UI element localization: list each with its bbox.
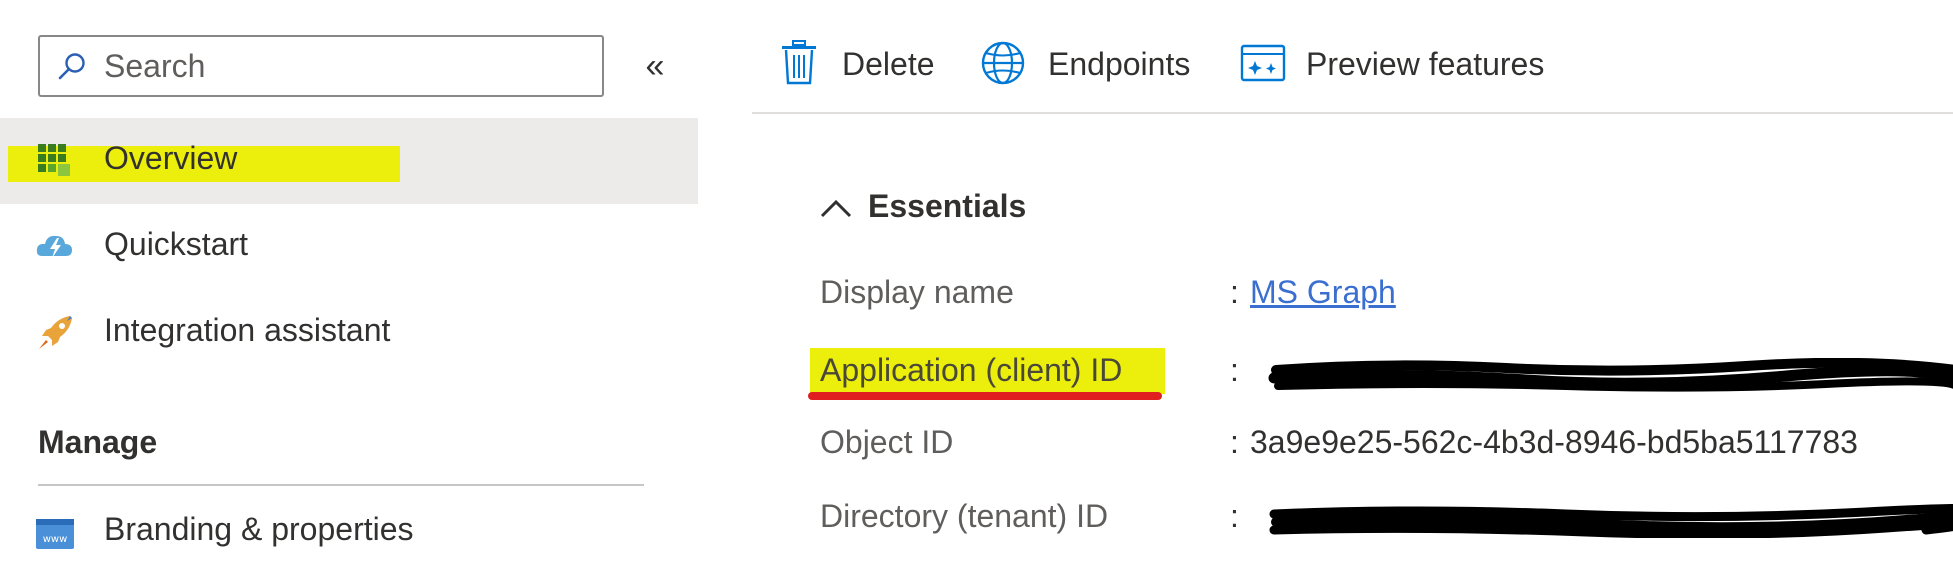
essentials-heading: Essentials [868,188,1027,224]
essentials-toggle[interactable]: Essentials [818,184,1078,232]
prop-row-display-name: Display name : MS Graph [820,274,1950,326]
command-bar: Delete Endpoints Preview features [752,0,1953,114]
prop-separator: : [1230,274,1239,310]
sidebar-item-label: Integration assistant [104,312,391,348]
sidebar-item-label: Quickstart [104,226,249,262]
section-divider [38,484,644,486]
preview-features-button[interactable]: Preview features [1240,36,1570,96]
sidebar-search-box[interactable] [38,35,604,97]
svg-text:www: www [43,534,68,545]
search-icon [58,53,85,80]
prop-separator: : [1230,424,1239,460]
main-content: Delete Endpoints Preview features Essent… [752,0,1953,561]
endpoints-label: Endpoints [1048,46,1191,82]
search-input[interactable] [104,45,584,87]
prop-row-application-id: Application (client) ID : [808,348,1953,404]
preview-features-icon [1240,44,1286,82]
prop-separator: : [1230,498,1239,534]
cloud-lightning-icon [36,235,72,258]
sidebar-item-label: Branding & properties [104,511,414,547]
sidebar-item-quickstart[interactable]: Quickstart [0,204,698,290]
collapse-sidebar-button[interactable]: « [636,42,674,90]
rocket-icon [39,316,72,349]
prop-key: Display name [820,274,1014,310]
sidebar-item-overview[interactable]: Overview [0,118,698,204]
chevron-up-icon [820,199,852,218]
delete-button[interactable]: Delete [778,36,948,96]
prop-row-object-id: Object ID : 3a9e9e25-562c-4b3d-8946-bd5b… [820,424,1950,476]
sidebar: « Overview Quickstart [0,0,700,561]
preview-features-label: Preview features [1306,46,1545,82]
toolbar-divider [752,112,1953,114]
prop-key: Application (client) ID [820,352,1123,388]
sidebar-item-label: Overview [104,140,238,176]
sidebar-item-branding-properties[interactable]: www Branding & properties [0,489,698,561]
sidebar-item-integration-assistant[interactable]: Integration assistant [0,290,698,376]
globe-icon [981,41,1025,85]
redaction-scribble [1269,504,1953,538]
app-registration-overview: « Overview Quickstart [0,0,1953,561]
application-id-red-underline [808,392,1162,400]
display-name-link[interactable]: MS Graph [1250,274,1396,311]
manage-section-heading: Manage [38,424,158,460]
prop-row-tenant-id: Directory (tenant) ID : [820,498,1953,550]
prop-separator: : [1230,352,1239,388]
redaction-scribble [1268,358,1953,392]
overview-grid-icon [38,144,70,176]
trash-icon [782,40,816,85]
prop-key: Directory (tenant) ID [820,498,1109,534]
object-id-value: 3a9e9e25-562c-4b3d-8946-bd5ba5117783 [1250,424,1858,460]
delete-label: Delete [842,46,935,82]
prop-key: Object ID [820,424,954,460]
endpoints-button[interactable]: Endpoints [980,36,1220,96]
www-window-icon: www [36,519,74,549]
